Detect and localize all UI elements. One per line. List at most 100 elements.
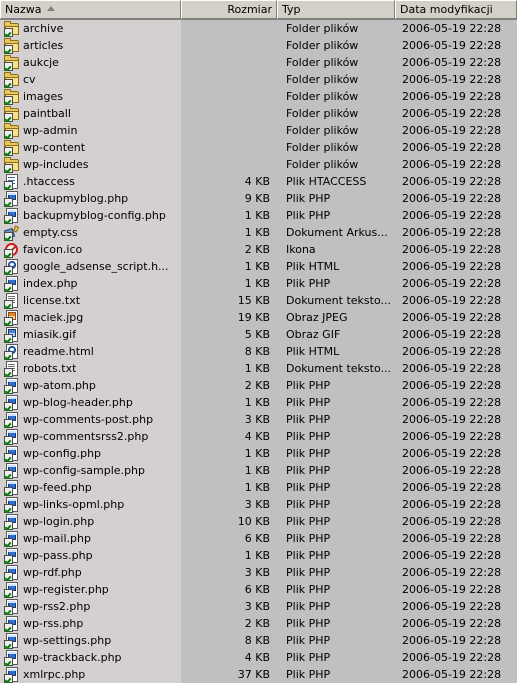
- column-header-rozmiar[interactable]: Rozmiar: [181, 0, 277, 19]
- file-row[interactable]: wp-commentsrss2.php 4 KB Plik PHP 2006-05-1…: [0, 428, 517, 445]
- file-row[interactable]: empty.css 1 KB Dokument Arkus... 2006-05-19…: [0, 224, 517, 241]
- file-name-cell[interactable]: xmlrpc.php: [0, 666, 181, 683]
- file-name-cell[interactable]: google_adsense_script.h...: [0, 258, 181, 275]
- file-size-cell: 1 KB: [244, 464, 270, 477]
- file-row[interactable]: wp-trackback.php 4 KB Plik PHP 2006-05-19 2…: [0, 649, 517, 666]
- file-row[interactable]: wp-login.php 10 KB Plik PHP 2006-05-19 22:2…: [0, 513, 517, 530]
- green-check-overlay-icon: [4, 588, 13, 598]
- file-row[interactable]: wp-admin Folder plików 2006-05-19 22:28: [0, 122, 517, 139]
- file-row[interactable]: license.txt 15 KB Dokument teksto... 2006-0…: [0, 292, 517, 309]
- file-row[interactable]: wp-settings.php 8 KB Plik PHP 2006-05-19 22…: [0, 632, 517, 649]
- file-name-cell[interactable]: favicon.ico: [0, 241, 181, 258]
- file-name-cell[interactable]: maciek.jpg: [0, 309, 181, 326]
- file-row[interactable]: wp-mail.php 6 KB Plik PHP 2006-05-19 22:28: [0, 530, 517, 547]
- column-header-typ[interactable]: Typ: [277, 0, 395, 19]
- file-row[interactable]: wp-includes Folder plików 2006-05-19 22:28: [0, 156, 517, 173]
- file-name-cell[interactable]: wp-mail.php: [0, 530, 181, 547]
- file-row[interactable]: wp-links-opml.php 3 KB Plik PHP 2006-05-19 …: [0, 496, 517, 513]
- file-name-cell[interactable]: wp-login.php: [0, 513, 181, 530]
- html-file-icon: [4, 343, 20, 360]
- file-row[interactable]: xmlrpc.php 37 KB Plik PHP 2006-05-19 22:28: [0, 666, 517, 683]
- file-row[interactable]: wp-atom.php 2 KB Plik PHP 2006-05-19 22:28: [0, 377, 517, 394]
- file-row[interactable]: cv Folder plików 2006-05-19 22:28: [0, 71, 517, 88]
- file-row[interactable]: .htaccess 4 KB Plik HTACCESS 2006-05-19 22:…: [0, 173, 517, 190]
- file-row[interactable]: maciek.jpg 19 KB Obraz JPEG 2006-05-19 22:2…: [0, 309, 517, 326]
- file-row[interactable]: backupmyblog.php 9 KB Plik PHP 2006-05-19 2…: [0, 190, 517, 207]
- file-name-cell[interactable]: wp-config-sample.php: [0, 462, 181, 479]
- file-name-cell[interactable]: wp-register.php: [0, 581, 181, 598]
- file-name-cell[interactable]: wp-rss.php: [0, 615, 181, 632]
- file-type-cell: Plik PHP: [286, 209, 331, 222]
- file-name-cell[interactable]: wp-comments-post.php: [0, 411, 181, 428]
- file-date-cell: 2006-05-19 22:28: [402, 634, 502, 647]
- file-name-label: wp-comments-post.php: [23, 413, 154, 426]
- file-name-cell[interactable]: articles: [0, 37, 181, 54]
- file-name-cell[interactable]: aukcje: [0, 54, 181, 71]
- file-type-cell: Plik PHP: [286, 549, 331, 562]
- php-file-icon: [4, 547, 20, 564]
- file-row[interactable]: wp-blog-header.php 1 KB Plik PHP 2006-05-19…: [0, 394, 517, 411]
- file-row[interactable]: readme.html 8 KB Plik HTML 2006-05-19 22:28: [0, 343, 517, 360]
- file-name-cell[interactable]: wp-blog-header.php: [0, 394, 181, 411]
- file-type-cell: Plik PHP: [286, 651, 331, 664]
- column-header-data-modyfikacji[interactable]: Data modyfikacji: [395, 0, 517, 19]
- file-name-cell[interactable]: wp-rdf.php: [0, 564, 181, 581]
- file-row[interactable]: paintball Folder plików 2006-05-19 22:28: [0, 105, 517, 122]
- file-name-cell[interactable]: wp-content: [0, 139, 181, 156]
- file-name-cell[interactable]: wp-rss2.php: [0, 598, 181, 615]
- file-name-cell[interactable]: wp-pass.php: [0, 547, 181, 564]
- file-type-cell: Folder plików: [286, 124, 359, 137]
- file-row[interactable]: wp-register.php 6 KB Plik PHP 2006-05-19 22…: [0, 581, 517, 598]
- file-name-cell[interactable]: wp-settings.php: [0, 632, 181, 649]
- file-name-cell[interactable]: license.txt: [0, 292, 181, 309]
- file-name-cell[interactable]: empty.css: [0, 224, 181, 241]
- file-row[interactable]: wp-pass.php 1 KB Plik PHP 2006-05-19 22:28: [0, 547, 517, 564]
- file-row[interactable]: index.php 1 KB Plik PHP 2006-05-19 22:28: [0, 275, 517, 292]
- file-name-cell[interactable]: cv: [0, 71, 181, 88]
- file-name-cell[interactable]: wp-links-opml.php: [0, 496, 181, 513]
- file-size-cell: 1 KB: [244, 447, 270, 460]
- file-name-cell[interactable]: miasik.gif: [0, 326, 181, 343]
- file-name-cell[interactable]: archive: [0, 20, 181, 37]
- file-row[interactable]: robots.txt 1 KB Dokument teksto... 2006-05-…: [0, 360, 517, 377]
- file-name-cell[interactable]: backupmyblog.php: [0, 190, 181, 207]
- file-name-cell[interactable]: wp-feed.php: [0, 479, 181, 496]
- file-name-cell[interactable]: wp-admin: [0, 122, 181, 139]
- file-name-cell[interactable]: wp-config.php: [0, 445, 181, 462]
- file-type-cell: Plik PHP: [286, 583, 331, 596]
- file-name-label: wp-settings.php: [23, 634, 112, 647]
- file-row[interactable]: aukcje Folder plików 2006-05-19 22:28: [0, 54, 517, 71]
- file-type-cell: Folder plików: [286, 22, 359, 35]
- file-date-cell: 2006-05-19 22:28: [402, 56, 502, 69]
- file-name-cell[interactable]: wp-trackback.php: [0, 649, 181, 666]
- file-name-label: wp-links-opml.php: [23, 498, 125, 511]
- file-row[interactable]: google_adsense_script.h... 1 KB Plik HTML 2…: [0, 258, 517, 275]
- file-row[interactable]: images Folder plików 2006-05-19 22:28: [0, 88, 517, 105]
- file-row[interactable]: wp-config.php 1 KB Plik PHP 2006-05-19 22:2…: [0, 445, 517, 462]
- file-row[interactable]: favicon.ico 2 KB Ikona 2006-05-19 22:28: [0, 241, 517, 258]
- file-name-cell[interactable]: paintball: [0, 105, 181, 122]
- file-row[interactable]: wp-rdf.php 3 KB Plik PHP 2006-05-19 22:28: [0, 564, 517, 581]
- file-name-cell[interactable]: wp-includes: [0, 156, 181, 173]
- file-name-cell[interactable]: .htaccess: [0, 173, 181, 190]
- file-row[interactable]: miasik.gif 5 KB Obraz GIF 2006-05-19 22:28: [0, 326, 517, 343]
- file-name-cell[interactable]: images: [0, 88, 181, 105]
- file-row[interactable]: articles Folder plików 2006-05-19 22:28: [0, 37, 517, 54]
- file-name-cell[interactable]: robots.txt: [0, 360, 181, 377]
- file-row[interactable]: archive Folder plików 2006-05-19 22:28: [0, 20, 517, 37]
- file-name-cell[interactable]: backupmyblog-config.php: [0, 207, 181, 224]
- file-name-label: readme.html: [23, 345, 94, 358]
- file-row[interactable]: wp-config-sample.php 1 KB Plik PHP 2006-05-…: [0, 462, 517, 479]
- file-name-cell[interactable]: index.php: [0, 275, 181, 292]
- file-row[interactable]: wp-feed.php 1 KB Plik PHP 2006-05-19 22:28: [0, 479, 517, 496]
- file-row[interactable]: backupmyblog-config.php 1 KB Plik PHP 2006-…: [0, 207, 517, 224]
- file-name-cell[interactable]: readme.html: [0, 343, 181, 360]
- green-check-overlay-icon: [4, 197, 13, 207]
- column-header-nazwa[interactable]: Nazwa: [0, 0, 181, 19]
- file-row[interactable]: wp-content Folder plików 2006-05-19 22:28: [0, 139, 517, 156]
- file-row[interactable]: wp-rss2.php 3 KB Plik PHP 2006-05-19 22:28: [0, 598, 517, 615]
- file-row[interactable]: wp-rss.php 2 KB Plik PHP 2006-05-19 22:28: [0, 615, 517, 632]
- file-name-cell[interactable]: wp-atom.php: [0, 377, 181, 394]
- file-row[interactable]: wp-comments-post.php 3 KB Plik PHP 2006-05-…: [0, 411, 517, 428]
- file-name-cell[interactable]: wp-commentsrss2.php: [0, 428, 181, 445]
